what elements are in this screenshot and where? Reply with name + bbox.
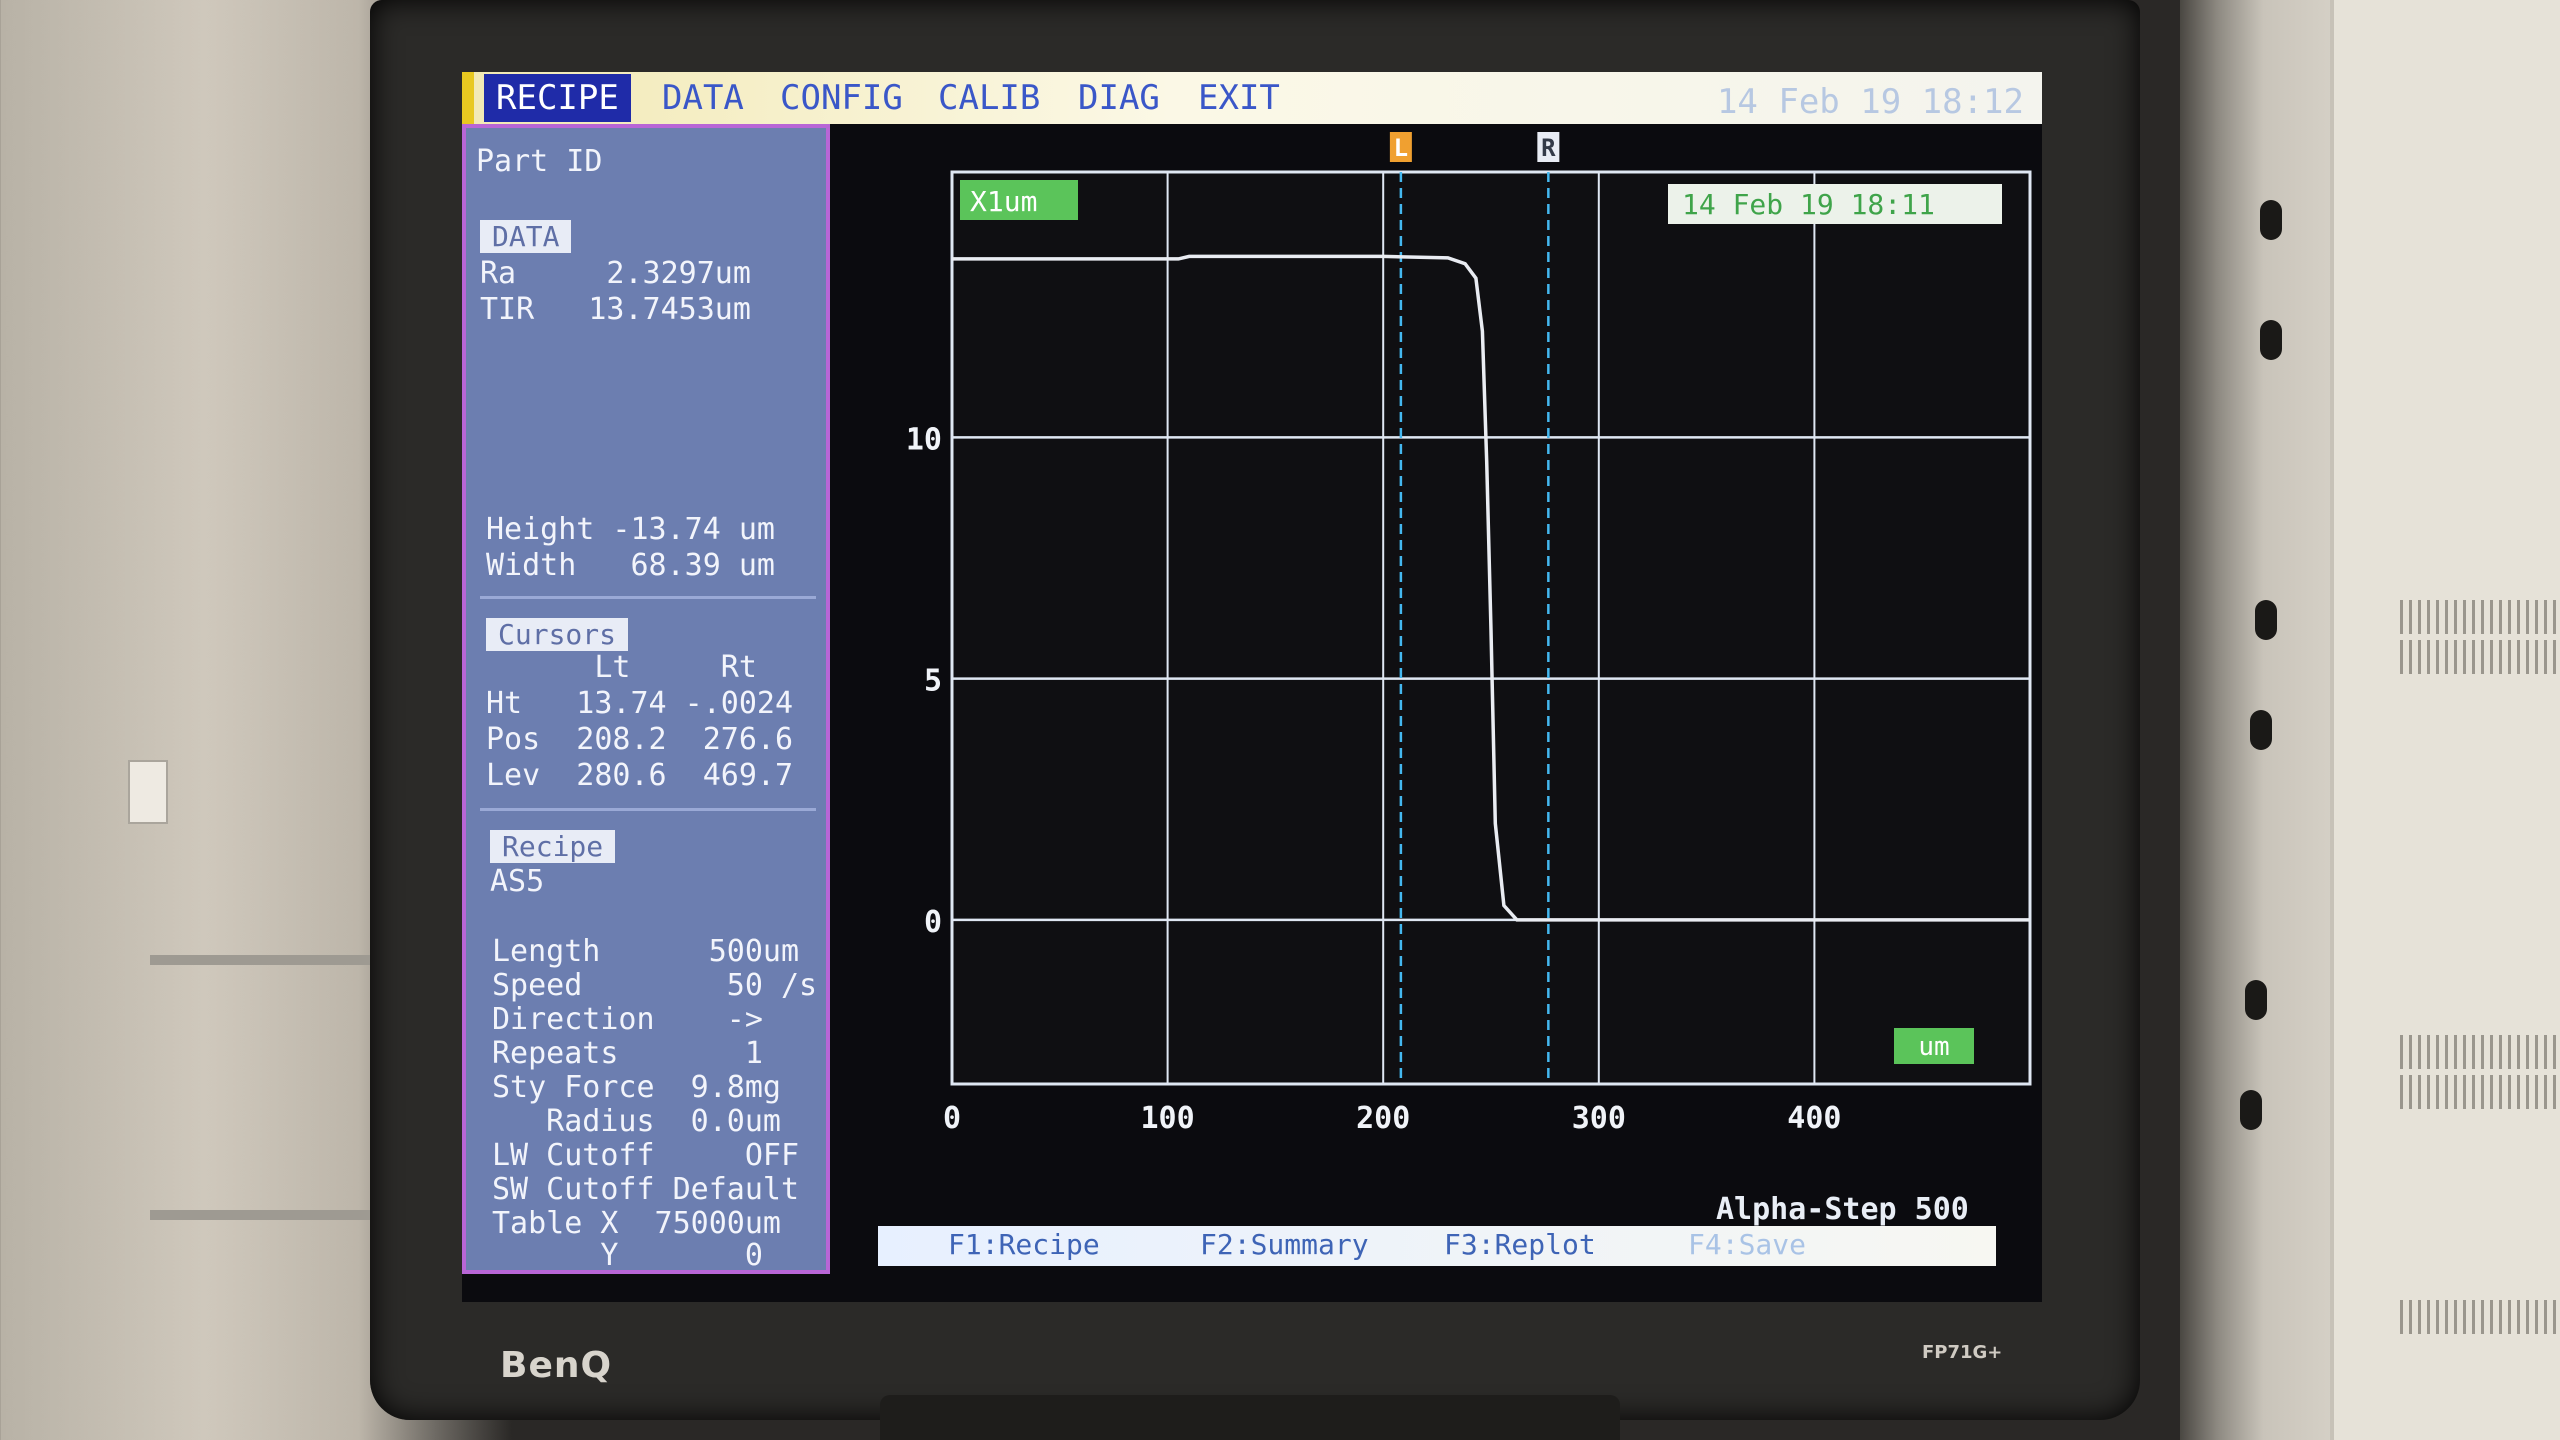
cabinet-vent xyxy=(2400,1075,2560,1109)
function-key-bar: F1:Recipe F2:Summary F3:Replot F4:Save xyxy=(878,1226,1996,1266)
instrument-brand: Alpha-Step 500 xyxy=(1716,1192,1969,1227)
cabinet-vent xyxy=(2400,600,2560,634)
x-tick-label: 0 xyxy=(943,1101,961,1136)
x-tick-label: 100 xyxy=(1141,1101,1195,1136)
scale-tag: X1um xyxy=(970,185,1037,218)
cabinet-vent xyxy=(2400,1300,2560,1334)
rack-hole xyxy=(2245,980,2267,1020)
wall-outlet xyxy=(128,760,168,824)
f2-summary-key[interactable]: F2:Summary xyxy=(1200,1228,1369,1261)
rack-hole xyxy=(2240,1090,2262,1130)
cursor-right-label: R xyxy=(1541,134,1556,162)
monitor-model-label: FP71G+ xyxy=(1922,1342,2003,1363)
x-tick-label: 400 xyxy=(1787,1101,1841,1136)
f4-save-key[interactable]: F4:Save xyxy=(1688,1228,1806,1261)
y-tick-label: 5 xyxy=(924,664,942,699)
f1-recipe-key[interactable]: F1:Recipe xyxy=(948,1228,1100,1261)
cabinet-vent xyxy=(2400,640,2560,674)
f3-replot-key[interactable]: F3:Replot xyxy=(1444,1228,1596,1261)
cursor-left-label: L xyxy=(1394,134,1408,162)
x-tick-label: 200 xyxy=(1356,1101,1410,1136)
cabinet-vent xyxy=(2400,1035,2560,1069)
y-tick-label: 10 xyxy=(906,422,942,457)
rack-hole xyxy=(2260,200,2282,240)
x-tick-label: 300 xyxy=(1572,1101,1626,1136)
background-shelf xyxy=(150,1210,400,1220)
y-tick-label: 0 xyxy=(924,905,942,940)
rack-hole xyxy=(2250,710,2272,750)
background-shelf xyxy=(150,955,400,965)
rack-hole xyxy=(2255,600,2277,640)
unit-tag: um xyxy=(1918,1032,1949,1062)
monitor-brand-logo: BenQ xyxy=(500,1345,613,1386)
date-tag: 14 Feb 19 18:11 xyxy=(1682,188,1935,221)
background-cabinet xyxy=(2330,0,2560,1440)
monitor-stand xyxy=(880,1395,1620,1440)
rack-hole xyxy=(2260,320,2282,360)
profile-plot: 0 100 200 300 400 0 5 10 L R X1um 14 Feb 19 18:11 um xyxy=(906,132,2032,1136)
screen: RECIPE DATA CONFIG CALIB DIAG EXIT 14 Fe… xyxy=(462,72,2042,1302)
